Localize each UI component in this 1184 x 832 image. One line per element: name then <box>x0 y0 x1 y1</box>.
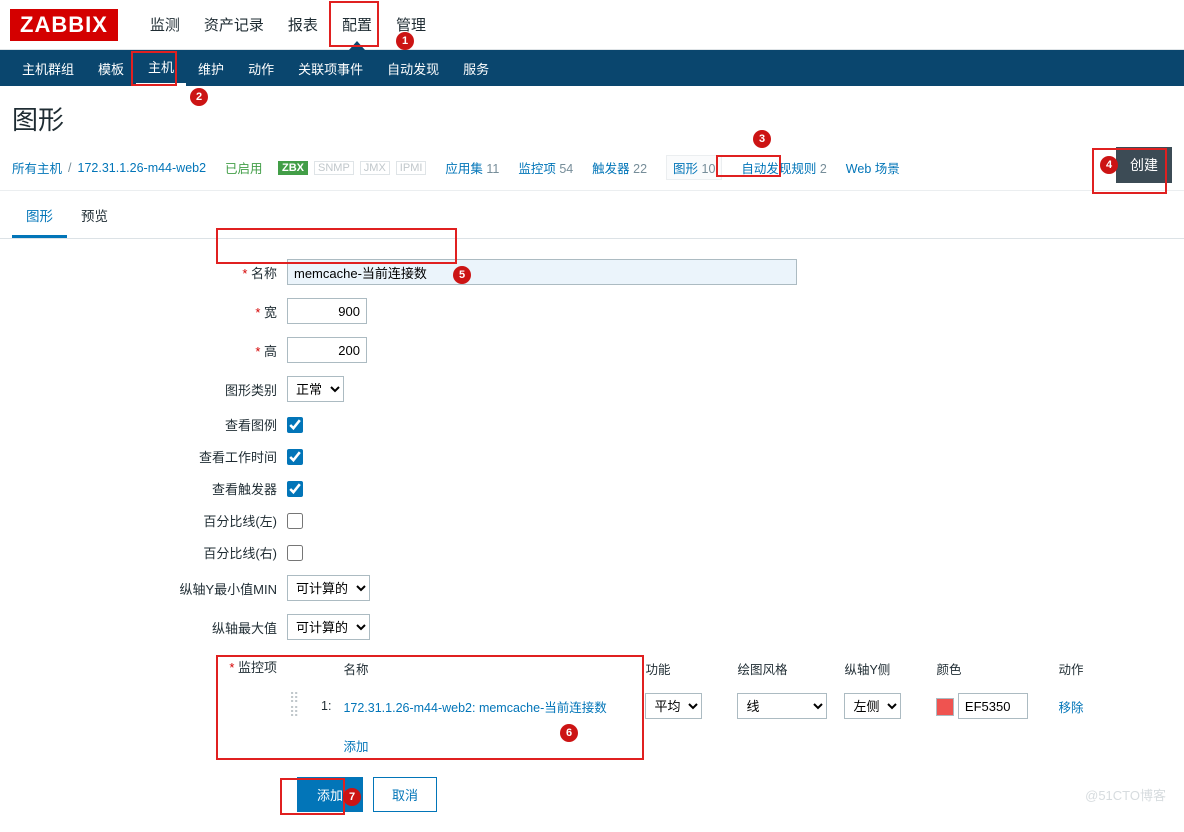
label-pl-left: 百分比线(左) <box>12 511 287 530</box>
create-button[interactable]: 创建 <box>1116 147 1172 183</box>
link-applications[interactable]: 应用集 11 <box>445 158 499 177</box>
check-pl-right[interactable] <box>287 545 303 561</box>
item-row: ⠿⠿ 1: 172.31.1.26-m44-web2: memcache-当前连… <box>289 688 1093 724</box>
label-worktime: 查看工作时间 <box>12 447 287 466</box>
subnav-hostgroups[interactable]: 主机群组 <box>10 50 86 86</box>
label-width: 宽 <box>12 302 287 321</box>
cancel-button[interactable]: 取消 <box>373 777 437 812</box>
items-header-row: 名称 功能 绘图风格 纵轴Y侧 颜色 动作 <box>289 655 1093 686</box>
badge-jmx: JMX <box>360 161 390 175</box>
page-title: 图形 <box>0 86 1184 149</box>
th-draw: 绘图风格 <box>737 655 842 686</box>
badge-zbx: ZBX <box>278 161 308 175</box>
tab-preview[interactable]: 预览 <box>67 195 122 238</box>
color-swatch[interactable] <box>936 698 954 716</box>
remove-link[interactable]: 移除 <box>1058 701 1083 715</box>
th-yaxis: 纵轴Y侧 <box>844 655 934 686</box>
check-pl-left[interactable] <box>287 513 303 529</box>
label-name: 名称 <box>12 263 287 282</box>
watermark: @51CTO博客 <box>1085 785 1166 804</box>
th-color: 颜色 <box>936 655 1056 686</box>
check-worktime[interactable] <box>287 449 303 465</box>
tab-graph[interactable]: 图形 <box>12 195 67 238</box>
label-ymax: 纵轴最大值 <box>12 618 287 637</box>
subnav-hosts[interactable]: 主机 <box>136 50 186 86</box>
drag-handle-icon[interactable]: ⠿⠿ <box>289 690 297 720</box>
link-discovery-rules[interactable]: 自动发现规则 2 <box>741 158 826 177</box>
topnav-inventory[interactable]: 资产记录 <box>192 0 276 49</box>
subnav-discovery[interactable]: 自动发现 <box>375 50 451 86</box>
input-name[interactable] <box>287 259 797 285</box>
label-type: 图形类别 <box>12 380 287 399</box>
topnav-config[interactable]: 配置 <box>330 0 384 49</box>
breadcrumb-host[interactable]: 172.31.1.26-m44-web2 <box>78 161 207 175</box>
breadcrumb-sep: / <box>68 161 71 175</box>
logo[interactable]: ZABBIX <box>10 9 118 41</box>
link-graphs[interactable]: 图形 10 <box>666 155 722 180</box>
input-height[interactable] <box>287 337 367 363</box>
label-triggers: 查看触发器 <box>12 479 287 498</box>
subnav-correlation[interactable]: 关联项事件 <box>286 50 375 86</box>
label-pl-right: 百分比线(右) <box>12 543 287 562</box>
item-name-link[interactable]: 172.31.1.26-m44-web2: memcache-当前连接数 <box>343 701 606 715</box>
select-func[interactable]: 平均 <box>645 693 702 719</box>
select-ymax[interactable]: 可计算的 <box>287 614 370 640</box>
input-color[interactable] <box>958 693 1028 719</box>
subnav-services[interactable]: 服务 <box>451 50 501 86</box>
link-triggers[interactable]: 触发器 22 <box>592 158 647 177</box>
item-index: 1: <box>321 688 341 724</box>
link-web[interactable]: Web 场景 <box>846 158 900 177</box>
subnav-actions[interactable]: 动作 <box>236 50 286 86</box>
link-items[interactable]: 监控项 54 <box>518 158 573 177</box>
subnav-templates[interactable]: 模板 <box>86 50 136 86</box>
th-func: 功能 <box>645 655 735 686</box>
badge-snmp: SNMP <box>314 161 354 175</box>
select-draw[interactable]: 线 <box>737 693 827 719</box>
add-item-link[interactable]: 添加 <box>343 740 368 754</box>
label-items: 监控项 <box>12 653 287 676</box>
status-enabled: 已启用 <box>225 158 263 177</box>
badge-ipmi: IPMI <box>396 161 427 175</box>
input-width[interactable] <box>287 298 367 324</box>
select-ymin[interactable]: 可计算的 <box>287 575 370 601</box>
topnav-reports[interactable]: 报表 <box>276 0 330 49</box>
select-yaxis[interactable]: 左侧 <box>844 693 901 719</box>
th-action: 动作 <box>1058 655 1093 686</box>
check-legend[interactable] <box>287 417 303 433</box>
topnav-monitor[interactable]: 监测 <box>138 0 192 49</box>
breadcrumb-allhosts[interactable]: 所有主机 <box>12 158 62 177</box>
check-triggers[interactable] <box>287 481 303 497</box>
select-type[interactable]: 正常 <box>287 376 344 402</box>
label-height: 高 <box>12 341 287 360</box>
subnav-maintenance[interactable]: 维护 <box>186 50 236 86</box>
label-ymin: 纵轴Y最小值MIN <box>12 579 287 598</box>
th-name: 名称 <box>343 655 643 686</box>
label-legend: 查看图例 <box>12 415 287 434</box>
